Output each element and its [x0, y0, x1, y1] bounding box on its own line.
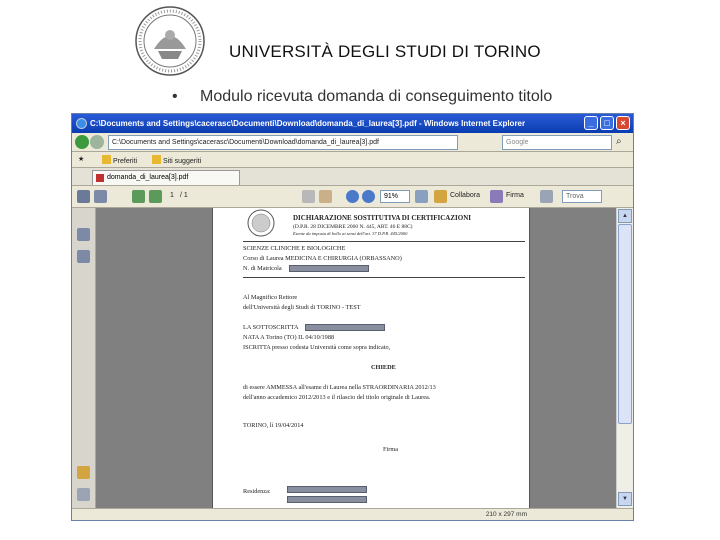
find-input[interactable]: Trova — [562, 190, 602, 203]
forward-button[interactable] — [90, 135, 104, 149]
bullet-marker: • — [172, 88, 178, 105]
doc-birth: NATA A Torino (TO) IL 04/10/1988 — [243, 334, 335, 341]
bookmarks-icon[interactable] — [77, 250, 90, 263]
slide: UNIVERSITÀ DEGLI STUDI DI TORINO • Modul… — [0, 0, 720, 540]
sign-button[interactable]: Firma — [506, 192, 524, 199]
folder-icon — [102, 155, 111, 164]
favorites-item[interactable]: Siti suggeriti — [152, 155, 201, 165]
doc-enrolled: ISCRITTA presso codesta Università come … — [243, 344, 391, 351]
minimize-button[interactable]: _ — [584, 116, 598, 130]
comments-icon[interactable] — [77, 466, 90, 479]
document-viewport[interactable]: DICHIARAZIONE SOSTITUTIVA DI CERTIFICAZI… — [96, 208, 616, 508]
doc-heading: DICHIARAZIONE SOSTITUTIVA DI CERTIFICAZI… — [293, 214, 471, 222]
maximize-button[interactable]: □ — [600, 116, 614, 130]
window-titlebar: C:\Documents and Settings\cacerasc\Docum… — [72, 114, 633, 133]
pdf-toolbar: 1 / 1 91% Collabora Firma Trova — [72, 186, 633, 208]
address-bar: C:\Documents and Settings\cacerasc\Docum… — [72, 133, 633, 152]
page-total: / 1 — [180, 192, 188, 199]
sign-icon[interactable] — [490, 190, 503, 203]
back-button[interactable] — [75, 135, 89, 149]
doc-recipient-1: Al Magnifico Rettore — [243, 294, 298, 301]
previous-page-icon[interactable] — [132, 190, 145, 203]
fit-page-icon[interactable] — [415, 190, 428, 203]
zoom-in-icon[interactable] — [362, 190, 375, 203]
folder-icon — [152, 155, 161, 164]
select-tool-icon[interactable] — [302, 190, 315, 203]
pages-icon[interactable] — [77, 228, 90, 241]
attachment-icon[interactable] — [77, 488, 90, 501]
forms-icon[interactable] — [540, 190, 553, 203]
address-input[interactable]: C:\Documents and Settings\cacerasc\Docum… — [108, 135, 458, 150]
hand-tool-icon[interactable] — [319, 190, 332, 203]
doc-signature-label: Firma — [383, 446, 399, 453]
scrollbar-thumb[interactable] — [618, 224, 632, 424]
save-icon[interactable] — [77, 190, 90, 203]
university-seal-icon — [135, 6, 205, 76]
favorites-star-icon[interactable]: ★ — [78, 155, 84, 163]
doc-heading-note: Esente da imposta di bollo ai sensi dell… — [293, 231, 408, 236]
redaction-bar — [287, 486, 367, 493]
doc-heading-ref: (D.P.R. 28 DICEMBRE 2000 N. 445, ART. 46… — [293, 224, 413, 230]
doc-signer-label: LA SOTTOSCRITTA — [243, 324, 299, 331]
redaction-bar — [289, 265, 369, 272]
page-dimensions: 210 x 297 mm — [485, 511, 527, 518]
doc-request-1: di essere AMMESSA all'esame di Laurea ne… — [243, 384, 436, 391]
search-input[interactable]: Google — [502, 135, 612, 150]
internet-explorer-icon — [76, 118, 87, 129]
page-subtitle: Modulo ricevuta domanda di conseguimento… — [200, 88, 553, 105]
zoom-level[interactable]: 91% — [380, 190, 410, 203]
scroll-up-button[interactable]: ▲ — [618, 209, 632, 223]
pdf-icon — [96, 174, 104, 182]
collaborate-icon[interactable] — [434, 190, 447, 203]
close-button[interactable]: × — [616, 116, 630, 130]
left-panel — [72, 208, 96, 508]
divider — [243, 277, 525, 278]
page-title: UNIVERSITÀ DEGLI STUDI DI TORINO — [229, 42, 541, 61]
redaction-bar — [287, 496, 367, 503]
search-icon[interactable]: ⌕ — [616, 136, 622, 147]
browser-screenshot: C:\Documents and Settings\cacerasc\Docum… — [71, 113, 634, 521]
favorites-bar: ★ Preferiti Siti suggeriti — [72, 152, 633, 168]
window-controls: _ □ × — [584, 116, 630, 130]
doc-request-2: dell'anno accademico 2012/2013 e il rila… — [243, 394, 431, 401]
redaction-bar — [305, 324, 385, 331]
doc-matricola-label: N. di Matricola — [243, 265, 282, 272]
pdf-page: DICHIARAZIONE SOSTITUTIVA DI CERTIFICAZI… — [212, 208, 530, 508]
status-bar: 210 x 297 mm — [72, 508, 633, 520]
doc-place-date: TORINO, lì 19/04/2014 — [243, 422, 304, 429]
university-seal-icon — [247, 209, 275, 237]
zoom-out-icon[interactable] — [346, 190, 359, 203]
doc-asks: CHIEDE — [371, 364, 396, 371]
vertical-scrollbar[interactable]: ▲ ▼ — [616, 208, 633, 508]
doc-faculty: SCIENZE CLINICHE E BIOLOGICHE — [243, 245, 346, 252]
tab-bar: domanda_di_laurea[3].pdf — [72, 168, 633, 186]
doc-recipient-2: dell'Università degli Studi di TORINO - … — [243, 304, 361, 311]
favorites-item[interactable]: Preferiti — [102, 155, 137, 165]
collaborate-button[interactable]: Collabora — [450, 192, 480, 199]
tab-document[interactable]: domanda_di_laurea[3].pdf — [92, 170, 240, 185]
window-title: C:\Documents and Settings\cacerasc\Docum… — [90, 119, 526, 128]
next-page-icon[interactable] — [149, 190, 162, 203]
doc-course: Corso di Laurea MEDICINA E CHIRURGIA (OR… — [243, 255, 402, 262]
page-number[interactable]: 1 — [170, 192, 174, 199]
divider — [243, 241, 525, 242]
doc-residence-label: Residenza: — [243, 488, 271, 495]
print-icon[interactable] — [94, 190, 107, 203]
scroll-down-button[interactable]: ▼ — [618, 492, 632, 506]
